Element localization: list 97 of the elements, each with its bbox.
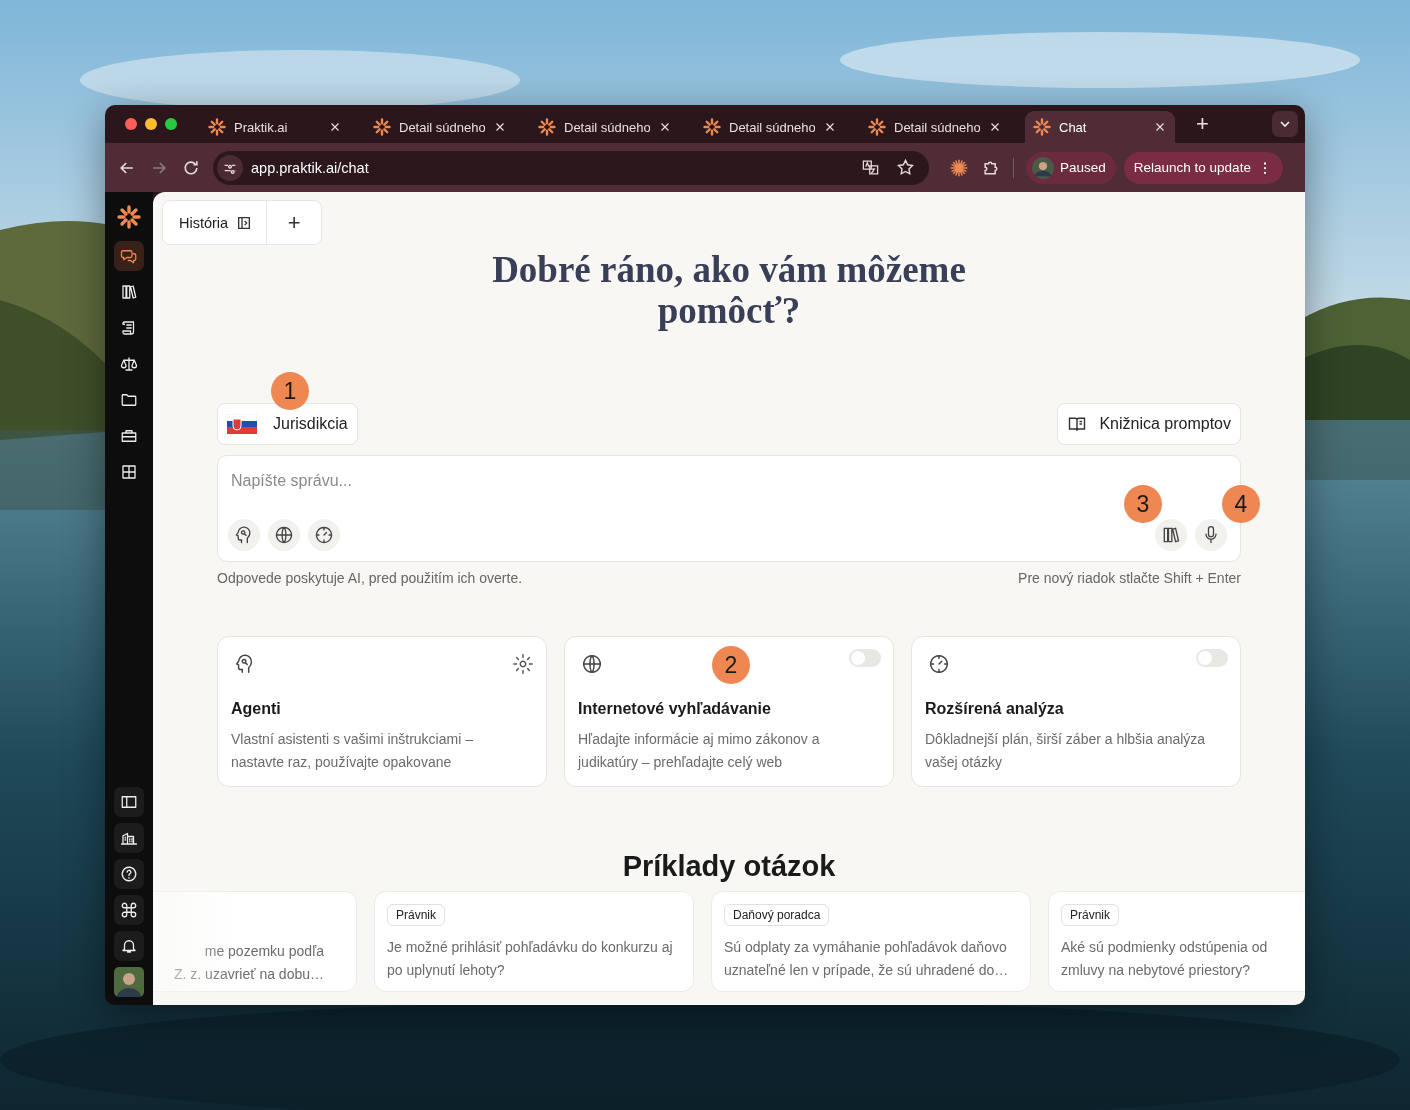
books-icon <box>1161 525 1181 545</box>
profile-button[interactable]: Paused <box>1026 151 1116 184</box>
feature-card[interactable]: Agenti Vlastní asistenti s vašimi inštrukciami – nastavte raz, používajte opakovane <box>217 636 547 787</box>
browser-tab[interactable]: Detail súdneho <box>365 111 515 143</box>
feature-card[interactable]: 2 Internetové vyhľadávanie Hľadajte informácie aj mimo zákonov a judikatúry – prehľadajte celý web <box>564 636 894 787</box>
settings-icon[interactable] <box>512 653 534 675</box>
role-tag: Daňový poradca <box>724 904 830 926</box>
browser-tab[interactable]: Chat <box>1025 111 1175 143</box>
browser-tab[interactable]: Detail súdneho <box>860 111 1010 143</box>
shortcut-hint: Pre nový riadok stlačte Shift + Enter <box>1018 570 1241 586</box>
head-tool-button[interactable] <box>228 519 260 551</box>
example-question: Sú odplaty za vymáhanie pohľadávok daňovo uznateľné len v prípade, že sú uhradené do… <box>724 938 1010 980</box>
tab-title: Detail súdneho <box>894 119 980 135</box>
example-question-card[interactable]: Daňový poradca Sú odplaty za vymáhanie pohľadávok daňovo uznateľné len v prípade, že sú uhradené do… <box>711 891 1031 992</box>
tab-title: Praktik.ai <box>234 119 289 135</box>
example-question-card[interactable]: Právnik Je možné prihlásiť pohľadávku do konkurzu aj po uplynutí lehoty? <box>374 891 694 992</box>
feature-title: Rozšírená analýza <box>925 700 1065 718</box>
book-icon <box>1067 414 1088 434</box>
example-question-card[interactable]: Právnik Aké sú podmienky odstúpenia od zmluvy na nebytové priestory? <box>1048 891 1305 992</box>
sidebar-help-button[interactable] <box>114 859 144 889</box>
dial-icon <box>314 525 334 545</box>
tab-title: Detail súdneho <box>564 119 650 135</box>
books-icon <box>120 283 138 301</box>
avatar-icon <box>1032 156 1054 179</box>
help-icon <box>120 865 138 883</box>
folder-icon <box>120 391 138 409</box>
browser-tab[interactable]: Praktik.ai <box>200 111 350 143</box>
zoom-window-button[interactable] <box>165 118 177 130</box>
address-bar[interactable]: app.praktik.ai/chat <box>213 150 929 185</box>
history-button[interactable]: História <box>163 201 268 244</box>
role-tag: Právnik <box>1061 904 1119 926</box>
briefcase-icon <box>120 427 138 445</box>
favicon-icon <box>538 118 556 136</box>
avatar-icon[interactable] <box>114 967 144 997</box>
feature-title: Internetové vyhľadávanie <box>578 700 772 718</box>
prompt-library-button[interactable]: Knižnica promptov <box>1057 403 1241 445</box>
sidebar-bell-button[interactable] <box>114 931 144 961</box>
minimize-window-button[interactable] <box>145 118 157 130</box>
examples-heading: Príklady otázok <box>621 849 837 883</box>
new-tab-button[interactable]: + <box>1190 111 1215 143</box>
sidebar-command-button[interactable] <box>114 895 144 925</box>
step-marker: 1 <box>271 372 309 410</box>
step-marker: 3 <box>1124 485 1162 523</box>
feature-card[interactable]: Rozšírená analýza Dôkladnejší plán, širší záber a hlbšia analýza vašej otázky <box>911 636 1241 787</box>
favicon-icon <box>868 118 886 136</box>
feature-description: Vlastní asistenti s vašimi inštrukciami – nastavte raz, používajte opakovane <box>231 730 474 772</box>
browser-tab[interactable]: Detail súdneho <box>695 111 845 143</box>
tab-title: Detail súdneho <box>729 119 815 135</box>
books-tool-button[interactable] <box>1155 519 1187 551</box>
globe-icon <box>274 525 294 545</box>
example-question: me pozemku podľa Z. z. uzavrieť na dobu… <box>173 942 325 984</box>
bell-icon <box>120 937 138 955</box>
command-icon <box>120 901 138 919</box>
example-question-card[interactable]: me pozemku podľa Z. z. uzavrieť na dobu… <box>153 891 357 992</box>
sidebar-building-button[interactable] <box>114 823 144 853</box>
role-tag: Právnik <box>387 904 445 926</box>
flag-icon <box>227 414 257 434</box>
relaunch-button[interactable]: Relaunch to update <box>1123 151 1283 184</box>
disclaimer-text: Odpovede poskytuje AI, pred použitím ich overte. <box>217 570 523 586</box>
favicon-icon <box>208 118 226 136</box>
tab-title: Detail súdneho <box>399 119 485 135</box>
sidebar-sidebar-button[interactable] <box>114 787 144 817</box>
side-panel-icon <box>236 214 253 231</box>
sidebar-chat-button[interactable] <box>114 241 144 271</box>
example-question: Je možné prihlásiť pohľadávku do konkurzu aj po uplynutí lehoty? <box>387 938 674 980</box>
toggle-switch[interactable] <box>849 649 881 667</box>
step-marker: 4 <box>1222 485 1260 523</box>
step-marker: 2 <box>712 646 750 684</box>
browser-tab[interactable]: Detail súdneho <box>530 111 680 143</box>
chat-icon <box>120 247 138 265</box>
new-chat-button[interactable]: + <box>267 209 321 236</box>
example-question: Aké sú podmienky odstúpenia od zmluvy na nebytové priestory? <box>1061 938 1269 980</box>
feature-description: Dôkladnejší plán, širší záber a hlbšia analýza vašej otázky <box>925 730 1207 772</box>
feature-title: Agenti <box>231 700 282 718</box>
dial-icon <box>928 653 950 675</box>
dial-tool-button[interactable] <box>308 519 340 551</box>
favicon-icon <box>373 118 391 136</box>
star-icon[interactable] <box>896 158 915 177</box>
greeting-heading: Dobré ráno, ako vám môžeme pomôcť? <box>491 249 967 331</box>
favicon-icon <box>1033 118 1051 136</box>
logo-icon[interactable] <box>117 205 141 229</box>
globe-tool-button[interactable] <box>268 519 300 551</box>
grid-icon <box>120 463 138 481</box>
microphone-tool-button[interactable] <box>1195 519 1227 551</box>
translate-icon[interactable] <box>861 158 880 177</box>
toggle-switch[interactable] <box>1196 649 1228 667</box>
scales-icon <box>120 355 138 373</box>
extension-icon[interactable] <box>949 157 969 178</box>
tab-search-button[interactable] <box>1272 111 1298 137</box>
jurisdiction-button[interactable]: Jurisdikcia <box>217 403 358 445</box>
feature-description: Hľadajte informácie aj mimo zákonov a judikatúry – prehľadajte celý web <box>578 730 821 772</box>
close-window-button[interactable] <box>125 118 137 130</box>
tab-title: Chat <box>1059 119 1088 135</box>
favicon-icon <box>703 118 721 136</box>
sidebar-icon <box>120 793 138 811</box>
site-settings-button[interactable] <box>217 154 243 181</box>
globe-icon <box>581 653 603 675</box>
